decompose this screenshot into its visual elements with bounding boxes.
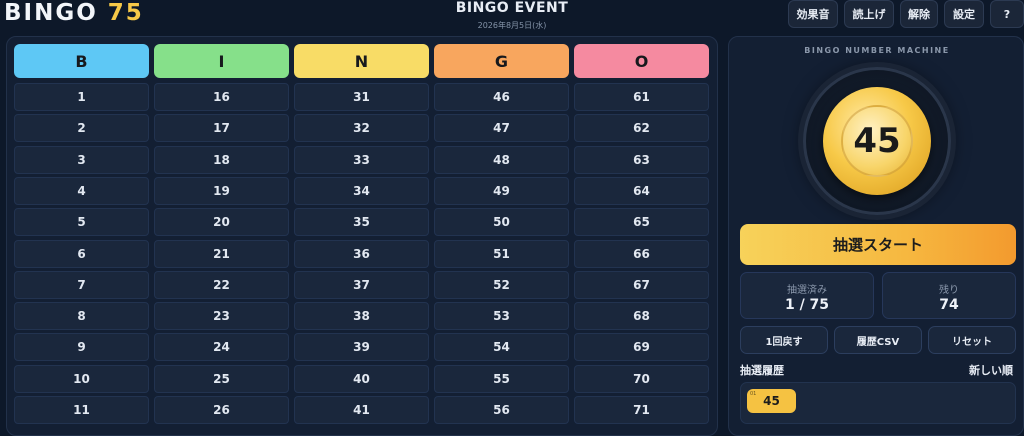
number-cell[interactable]: 55 [434,364,569,393]
number-cell[interactable]: 7 [14,270,149,299]
drawn-count-card: 抽選済み 1 / 75 [740,272,874,319]
remaining-count-value: 74 [939,297,959,313]
number-cell[interactable]: 47 [434,114,569,143]
number-cell[interactable]: 48 [434,145,569,174]
number-cell[interactable]: 56 [434,396,569,424]
number-machine-panel: BINGO NUMBER MACHINE 45 抽選スタート 抽選済み 1 / … [728,36,1024,436]
number-cell[interactable]: 1 [14,83,149,111]
number-cell[interactable]: 40 [294,364,429,393]
history-list: 01 45 [740,382,1016,424]
number-cell[interactable]: 41 [294,396,429,424]
number-cell[interactable]: 64 [574,176,709,205]
remaining-count-card: 残り 74 [882,272,1016,319]
number-cell[interactable]: 26 [154,396,289,424]
number-cell[interactable]: 8 [14,302,149,331]
history-title: 抽選履歴 [740,364,784,377]
machine-label: BINGO NUMBER MACHINE [804,46,950,55]
number-cell[interactable]: 23 [154,302,289,331]
number-cell[interactable]: 22 [154,270,289,299]
number-cell[interactable]: 63 [574,145,709,174]
number-cell[interactable]: 3 [14,145,149,174]
number-cell[interactable]: 33 [294,145,429,174]
drawn-count-label: 抽選済み [787,285,827,296]
bingo-ball: 45 [823,87,931,195]
number-cell[interactable]: 37 [294,270,429,299]
number-cell[interactable]: 38 [294,302,429,331]
number-cell[interactable]: 25 [154,364,289,393]
reset-button[interactable]: リセット [928,326,1016,354]
current-number: 45 [841,105,913,177]
column-header-o: O [574,44,709,78]
undo-button[interactable]: 1回戻す [740,326,828,354]
number-cell[interactable]: 39 [294,333,429,362]
number-cell[interactable]: 61 [574,83,709,111]
number-cell[interactable]: 68 [574,302,709,331]
number-cell[interactable]: 51 [434,239,569,268]
number-cell[interactable]: 69 [574,333,709,362]
number-cell[interactable]: 54 [434,333,569,362]
number-cell[interactable]: 5 [14,208,149,237]
number-cell[interactable]: 21 [154,239,289,268]
number-cell[interactable]: 36 [294,239,429,268]
history-chip-index: 01 [750,391,757,397]
help-button[interactable]: ? [990,0,1024,28]
number-cell[interactable]: 66 [574,239,709,268]
history-chip: 01 45 [747,389,796,413]
number-cell[interactable]: 49 [434,176,569,205]
history-sort-toggle[interactable]: 新しい順 [969,362,1013,378]
number-cell[interactable]: 31 [294,83,429,111]
number-cell[interactable]: 65 [574,208,709,237]
number-cell[interactable]: 10 [14,364,149,393]
number-cell[interactable]: 24 [154,333,289,362]
number-cell[interactable]: 50 [434,208,569,237]
top-bar: BINGO 75 BINGO EVENT 2026年8月5日(水) 効果音 読上… [0,0,1024,34]
column-header-g: G [434,44,569,78]
column-header-i: I [154,44,289,78]
sound-effects-button[interactable]: 効果音 [788,0,838,28]
column-header-b: B [14,44,149,78]
column-header-n: N [294,44,429,78]
number-cell[interactable]: 62 [574,114,709,143]
number-cell[interactable]: 32 [294,114,429,143]
bingo-board: B 1 2 3 4 5 6 7 8 9 10 11 I 16 17 18 19 20 21 22 23 24 25 26 N 31… [6,36,718,436]
draw-start-button[interactable]: 抽選スタート [740,224,1016,265]
number-cell[interactable]: 9 [14,333,149,362]
settings-button[interactable]: 設定 [944,0,984,28]
number-cell[interactable]: 2 [14,114,149,143]
number-cell[interactable]: 20 [154,208,289,237]
number-cell[interactable]: 46 [434,83,569,111]
number-cell[interactable]: 52 [434,270,569,299]
remaining-count-label: 残り [939,285,959,296]
drawn-count-value: 1 / 75 [784,297,830,313]
number-cell[interactable]: 16 [154,83,289,111]
number-cell[interactable]: 70 [574,364,709,393]
number-cell[interactable]: 35 [294,208,429,237]
number-cell[interactable]: 67 [574,270,709,299]
history-csv-button[interactable]: 履歴CSV [834,326,922,354]
number-cell[interactable]: 34 [294,176,429,205]
history-chip-number: 45 [763,394,780,408]
number-cell[interactable]: 71 [574,396,709,424]
read-aloud-button[interactable]: 読上げ [844,0,894,28]
number-cell[interactable]: 6 [14,239,149,268]
number-cell[interactable]: 53 [434,302,569,331]
number-cell[interactable]: 18 [154,145,289,174]
number-cell[interactable]: 4 [14,176,149,205]
release-button[interactable]: 解除 [900,0,938,28]
number-cell[interactable]: 17 [154,114,289,143]
number-cell[interactable]: 19 [154,176,289,205]
number-cell[interactable]: 11 [14,396,149,424]
